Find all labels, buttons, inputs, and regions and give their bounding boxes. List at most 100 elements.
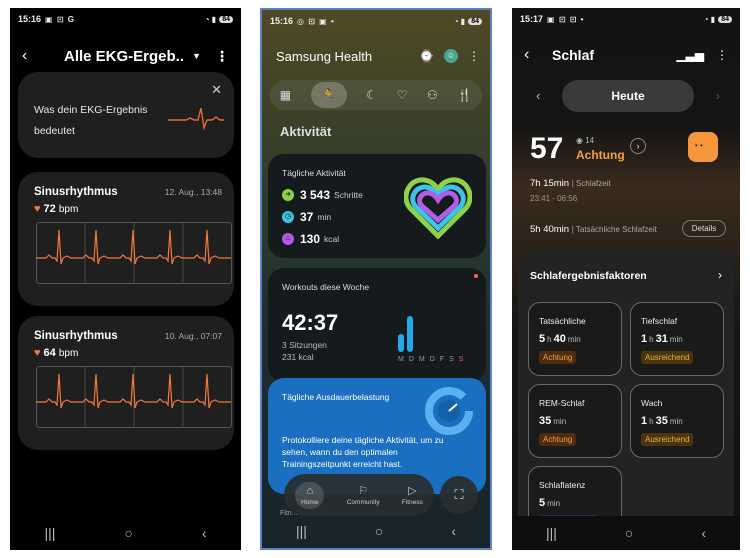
status-icons: ▣ ⊡ ⊡ • xyxy=(547,14,585,24)
ekg-wave-icon xyxy=(168,107,224,131)
recent-apps-icon[interactable]: ||| xyxy=(44,525,55,541)
kcal-row: ♨ 130 kcal xyxy=(282,232,339,246)
home-icon[interactable]: ○ xyxy=(375,523,383,539)
previous-day-icon[interactable]: ‹ xyxy=(536,88,540,103)
date-label[interactable]: Heute xyxy=(562,80,694,112)
ekg-reading-card[interactable]: Sinusrhythmus 10. Aug., 07:07 ♥ 64 bpm xyxy=(18,316,234,450)
tab-food[interactable]: 🍴 xyxy=(457,88,472,102)
ekg-reading-card[interactable]: Sinusrhythmus 12. Aug., 13:48 ♥ 72 bpm xyxy=(18,172,234,306)
avatar[interactable]: ☺ xyxy=(444,49,458,63)
back-arrow-icon[interactable]: ‹ xyxy=(524,46,544,64)
bottom-nav: ⌂ Home ⚐ Community ▷ Fitness xyxy=(284,474,434,516)
scan-button[interactable]: ⛶ xyxy=(440,476,478,514)
heart-rate: ♥ 64 bpm xyxy=(34,347,78,359)
back-icon[interactable]: ‹ xyxy=(202,525,207,541)
next-day-icon[interactable]: › xyxy=(716,88,720,103)
card-title: Tägliche Aktivität xyxy=(282,168,346,178)
day-label: S xyxy=(458,356,464,363)
card-title: Workouts diese Woche xyxy=(282,282,370,292)
back-arrow-icon[interactable]: ‹ xyxy=(22,47,42,65)
workouts-card[interactable]: Workouts diese Woche 42:37 3 Sitzungen 2… xyxy=(268,268,486,382)
factor-value: 1 h 35 min xyxy=(641,415,685,427)
home-icon[interactable]: ○ xyxy=(625,525,633,541)
more-options-icon[interactable]: ⋮ xyxy=(215,48,229,65)
daily-activity-card[interactable]: Tägliche Aktivität ➜ 3 543 Schritte ◷ 37… xyxy=(268,154,486,258)
factors-title: Schlafergebnisfaktoren xyxy=(530,270,647,282)
factor-hours-unit: h xyxy=(649,417,654,426)
status-right: ◔ ▮ 84 xyxy=(454,17,482,26)
back-icon[interactable]: ‹ xyxy=(701,525,706,541)
battery-badge: 84 xyxy=(219,15,233,23)
heart-rate: ♥ 72 bpm xyxy=(34,203,78,215)
scan-icon: ⛶ xyxy=(454,487,464,502)
chevron-down-icon[interactable]: ▼ xyxy=(192,51,201,61)
nav-fitness[interactable]: ▷ Fitness xyxy=(402,484,423,506)
ekg-strip-chart xyxy=(36,366,232,428)
home-icon[interactable]: ○ xyxy=(124,525,132,541)
wifi-icon: ◔ ▮ xyxy=(703,14,716,24)
tab-activity[interactable]: 🏃 xyxy=(310,82,347,108)
reading-label: Sinusrhythmus xyxy=(34,330,118,342)
workout-sessions: 3 Sitzungen xyxy=(282,340,327,350)
factor-status-badge: Achtung xyxy=(539,351,577,364)
factor-minutes: 31 xyxy=(655,333,668,345)
heart-icon: ♥ xyxy=(34,347,41,359)
recent-apps-icon[interactable]: ||| xyxy=(546,525,557,541)
bpm-unit: bpm xyxy=(58,348,79,359)
wifi-icon: ◔ ▮ xyxy=(453,16,466,26)
tab-body[interactable]: ⚇ xyxy=(427,88,438,102)
chevron-right-icon[interactable]: › xyxy=(630,138,646,154)
flag-icon: ⚐ xyxy=(358,485,369,497)
phone-ekg-results: 15:16 ▣ ⊡ G ◔ ▮ 84 ‹ Alle EKG-Ergeb.. ▼ … xyxy=(10,8,241,550)
watch-icon[interactable]: ⌚ xyxy=(419,49,434,63)
factor-minutes-unit: min xyxy=(567,335,581,344)
weekday-labels: M D M D F S S xyxy=(398,356,463,363)
tab-sleep[interactable]: ☾ xyxy=(366,88,377,102)
factor-status-badge: Ausreichend xyxy=(641,351,694,364)
more-options-icon[interactable]: ⋮ xyxy=(468,49,480,63)
factor-minutes: 35 xyxy=(655,415,668,427)
nav-label: Community xyxy=(346,499,380,506)
sleep-factor-tile[interactable]: REM-Schlaf 35 min Achtung xyxy=(528,384,622,458)
wifi-icon: ◔ ▮ xyxy=(204,14,217,24)
kcal-value: 130 xyxy=(300,232,321,246)
status-time: 15:17 xyxy=(520,14,544,24)
tab-heart[interactable]: ♡ xyxy=(397,88,408,102)
factor-status-badge: Achtung xyxy=(539,433,577,446)
nav-community[interactable]: ⚐ Community xyxy=(347,484,380,506)
chevron-right-icon[interactable]: › xyxy=(718,268,722,282)
status-bar: 15:16 ▣ ⊡ G ◔ ▮ 84 xyxy=(10,8,241,30)
sleep-time: 7h 15min | Schlafzeit xyxy=(530,178,611,189)
ekg-info-card[interactable]: Was dein EKG-Ergebnis bedeutet ✕ xyxy=(18,72,234,158)
score-change: ◉ 14 xyxy=(576,136,595,145)
steps-icon: ➜ xyxy=(282,189,294,201)
back-icon[interactable]: ‹ xyxy=(451,523,456,539)
tab-overview[interactable]: ▦ xyxy=(280,88,291,102)
sleep-factor-tile[interactable]: Tiefschlaf 1 h 31 min Ausreichend xyxy=(630,302,724,376)
nav-home[interactable]: ⌂ Home xyxy=(295,481,325,509)
ekg-strip-chart xyxy=(36,222,232,284)
more-options-icon[interactable]: ⋮ xyxy=(716,48,728,62)
factor-status-badge: Ausreichend xyxy=(641,433,694,446)
factor-label: Tatsächliche xyxy=(539,316,586,326)
activity-heart-rings-icon xyxy=(404,177,472,240)
factor-label: Schlaflatenz xyxy=(539,480,586,490)
actual-sleep-label: Tatsächliche Schlafzeit xyxy=(575,225,657,234)
factor-minutes-unit: min xyxy=(547,499,561,508)
sleep-factor-tile[interactable]: Tatsächliche 5 h 40 min Achtung xyxy=(528,302,622,376)
sleep-factors-card: Schlafergebnisfaktoren › Tatsächliche 5 h 4… xyxy=(518,250,734,550)
close-icon[interactable]: ✕ xyxy=(211,82,222,98)
details-button[interactable]: Details xyxy=(682,220,726,237)
steps-row: ➜ 3 543 Schritte xyxy=(282,188,363,202)
header-actions: ⌚ ☺ ⋮ xyxy=(419,49,480,63)
sleep-factor-tile[interactable]: Wach 1 h 35 min Ausreichend xyxy=(630,384,724,458)
section-title: Aktivität xyxy=(280,124,332,139)
battery-badge: 84 xyxy=(718,15,732,23)
bar-chart-icon[interactable]: ▁▃▅ xyxy=(676,48,704,62)
category-tabs: ▦ 🏃 ☾ ♡ ⚇ 🍴 xyxy=(270,80,482,110)
recent-apps-icon[interactable]: ||| xyxy=(296,523,307,539)
factor-value: 5 h 40 min xyxy=(539,333,583,345)
factor-minutes-unit: min xyxy=(553,417,567,426)
factor-value: 35 min xyxy=(539,415,568,427)
phone-sleep: 15:17 ▣ ⊡ ⊡ • ◔ ▮ 84 ‹ Schlaf ▁▃▅ ⋮ ‹ He… xyxy=(512,8,740,550)
